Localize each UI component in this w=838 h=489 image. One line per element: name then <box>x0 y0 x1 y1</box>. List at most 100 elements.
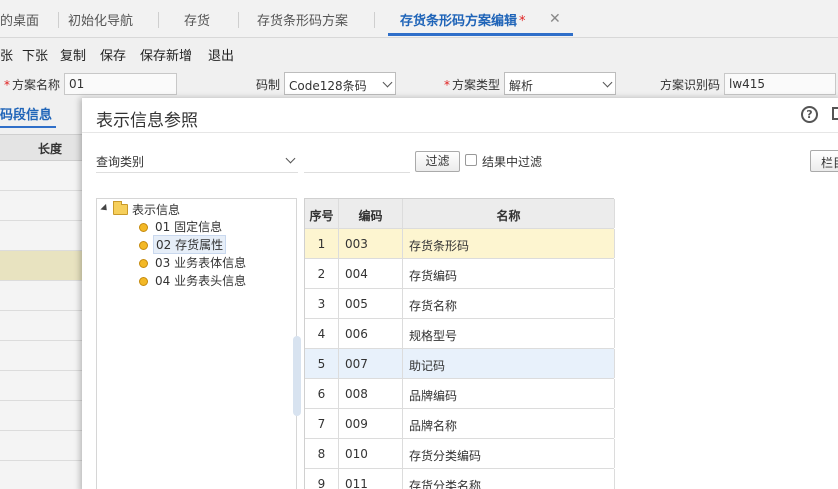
row-code: 008 <box>339 379 403 408</box>
row-index: 5 <box>305 349 339 378</box>
table-row[interactable] <box>0 311 82 341</box>
next-button[interactable]: 下张 <box>22 45 48 64</box>
save-button[interactable]: 保存 <box>100 45 126 64</box>
row-name: 品牌编码 <box>403 379 615 408</box>
row-name: 规格型号 <box>403 319 615 348</box>
results-grid: 序号 编码 名称 1 003 存货条形码 2 004 存货编码 3 005 存货… <box>304 198 615 489</box>
expand-icon[interactable] <box>100 203 110 214</box>
column-header[interactable]: 编码 <box>339 199 403 228</box>
grid-header: 序号 编码 名称 <box>305 199 615 229</box>
row-name: 存货分类名称 <box>403 469 615 489</box>
row-code: 006 <box>339 319 403 348</box>
save-new-button[interactable]: 保存新增 <box>140 45 192 64</box>
panel-splitter[interactable] <box>293 336 301 416</box>
table-row[interactable] <box>0 251 82 281</box>
table-row[interactable] <box>0 371 82 401</box>
copy-button[interactable]: 复制 <box>60 45 86 64</box>
row-index: 4 <box>305 319 339 348</box>
leaf-icon <box>139 223 148 232</box>
table-row[interactable]: 7 009 品牌名称 <box>305 409 615 439</box>
tab-barcode-scheme-edit[interactable]: 存货条形码方案编辑 * <box>400 10 526 29</box>
code-type-label: 码制 <box>256 78 281 92</box>
help-icon[interactable]: ? <box>801 106 818 123</box>
scheme-id-field[interactable]: lw415 <box>724 73 836 95</box>
row-code: 003 <box>339 229 403 258</box>
table-row[interactable]: 2 004 存货编码 <box>305 259 615 289</box>
chevron-down-icon <box>382 77 393 88</box>
tab-inventory[interactable]: 存货 <box>184 10 210 29</box>
row-name: 品牌名称 <box>403 409 615 438</box>
dialog-title: 表示信息参照 <box>96 111 198 131</box>
filter-input[interactable] <box>304 151 410 173</box>
table-row[interactable]: 8 010 存货分类编码 <box>305 439 615 469</box>
segment-info-tab[interactable]: 码段信息 <box>0 104 52 123</box>
toolbar: 张 下张 复制 保存 保存新增 退出 <box>0 40 838 66</box>
columns-button[interactable]: 栏目 <box>810 150 838 172</box>
prev-button[interactable]: 张 <box>0 45 13 64</box>
table-row[interactable] <box>0 191 82 221</box>
row-code: 004 <box>339 259 403 288</box>
tree-item-label: 02 存货属性 <box>153 235 227 254</box>
tab-bar: 的桌面 初始化导航 存货 存货条形码方案 存货条形码方案编辑 * ✕ <box>0 0 838 38</box>
leaf-icon <box>139 241 148 250</box>
scheme-type-select[interactable]: 解析 <box>504 72 616 95</box>
row-name: 存货编码 <box>403 259 615 288</box>
folder-icon <box>113 201 128 215</box>
tab-init-nav[interactable]: 初始化导航 <box>68 10 133 29</box>
table-row[interactable]: 9 011 存货分类名称 <box>305 469 615 489</box>
modified-marker: * <box>519 14 526 29</box>
tab-barcode-scheme[interactable]: 存货条形码方案 <box>257 10 348 29</box>
code-type-select[interactable]: Code128条码 <box>284 72 396 95</box>
row-index: 3 <box>305 289 339 318</box>
table-row[interactable] <box>0 461 82 489</box>
row-index: 8 <box>305 439 339 468</box>
scheme-id-label: 方案识别码 <box>660 78 721 92</box>
length-column-header: 长度 <box>0 134 82 161</box>
query-category-select[interactable]: 查询类别 <box>96 151 298 173</box>
active-tab-indicator <box>388 33 573 36</box>
row-name: 存货名称 <box>403 289 615 318</box>
tree-root-label: 表示信息 <box>132 203 181 217</box>
table-row[interactable] <box>0 431 82 461</box>
tab-separator <box>58 12 59 28</box>
tab-desktop[interactable]: 的桌面 <box>0 10 39 29</box>
divider <box>82 132 838 133</box>
table-row[interactable]: 4 006 规格型号 <box>305 319 615 349</box>
scheme-name-field[interactable]: 01 <box>64 73 177 95</box>
table-row[interactable]: 1 003 存货条形码 <box>305 229 615 259</box>
row-index: 1 <box>305 229 339 258</box>
category-tree: 表示信息 01 固定信息 02 存货属性 03 业务表体信息 04 业务表头信息 <box>96 198 297 489</box>
exit-button[interactable]: 退出 <box>208 45 234 64</box>
table-row[interactable]: 6 008 品牌编码 <box>305 379 615 409</box>
tab-label: 存货条形码方案编辑 <box>400 14 518 29</box>
column-header[interactable]: 序号 <box>305 199 339 228</box>
table-row[interactable] <box>0 401 82 431</box>
leaf-icon <box>139 277 148 286</box>
column-header[interactable]: 名称 <box>403 199 615 228</box>
row-code: 007 <box>339 349 403 378</box>
tree-item-label: 04 业务表头信息 <box>155 274 247 288</box>
row-code: 005 <box>339 289 403 318</box>
close-icon[interactable]: ✕ <box>549 11 561 27</box>
scheme-type-label: * 方案类型 <box>444 78 501 92</box>
row-code: 009 <box>339 409 403 438</box>
tab-separator <box>158 12 159 28</box>
filter-in-results-checkbox[interactable] <box>465 154 477 166</box>
reference-dialog: 表示信息参照 ? 查询类别 过滤 结果中过滤 栏目 表示信息 01 固定信息 0… <box>82 98 838 489</box>
row-code: 011 <box>339 469 403 489</box>
table-row[interactable]: 3 005 存货名称 <box>305 289 615 319</box>
chevron-down-icon <box>285 153 296 164</box>
table-row[interactable]: 5 007 助记码 <box>305 349 615 379</box>
table-row[interactable] <box>0 341 82 371</box>
row-index: 2 <box>305 259 339 288</box>
row-code: 010 <box>339 439 403 468</box>
filter-button[interactable]: 过滤 <box>415 151 460 172</box>
row-name: 助记码 <box>403 349 615 378</box>
row-index: 7 <box>305 409 339 438</box>
table-row[interactable] <box>0 221 82 251</box>
maximize-icon[interactable] <box>832 107 838 120</box>
row-index: 6 <box>305 379 339 408</box>
tab-separator <box>374 12 375 28</box>
table-row[interactable] <box>0 281 82 311</box>
table-row[interactable] <box>0 161 82 191</box>
